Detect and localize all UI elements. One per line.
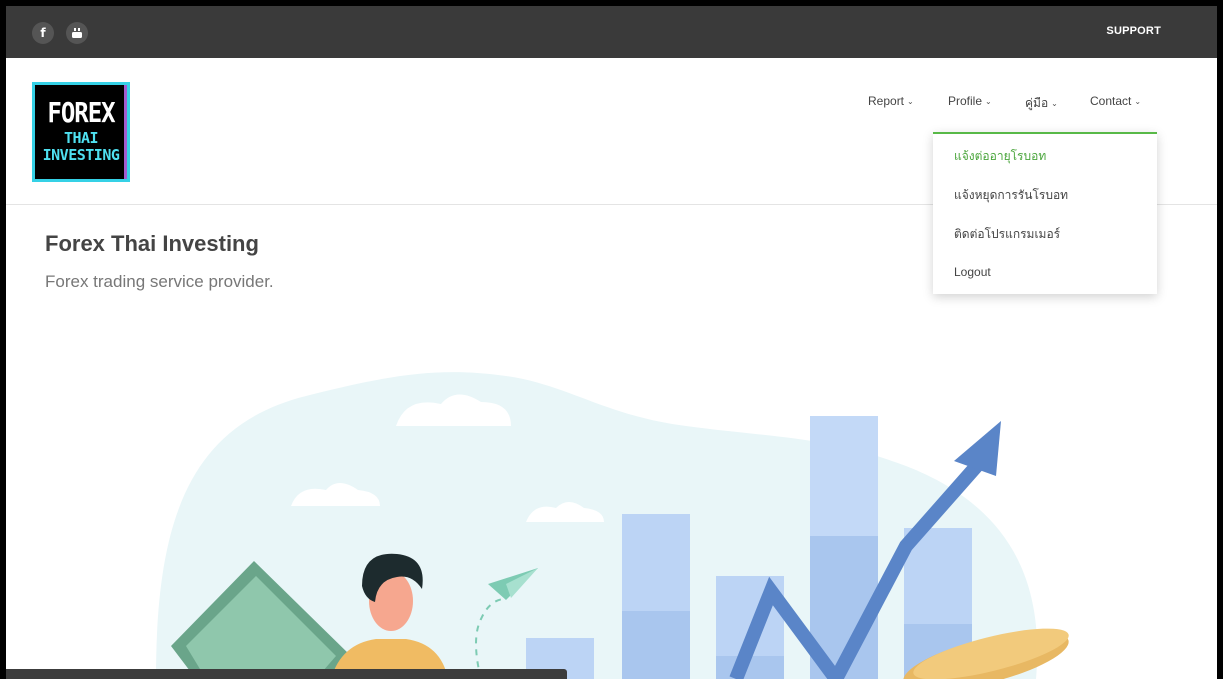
chevron-down-icon: ⌄ bbox=[1134, 96, 1142, 106]
person-hair bbox=[362, 553, 423, 602]
nav-report[interactable]: Report ⌄ bbox=[868, 94, 914, 108]
link-preview-statusbar bbox=[6, 669, 567, 679]
coin bbox=[913, 628, 1069, 679]
chevron-down-icon: ⌄ bbox=[985, 96, 992, 106]
facebook-icon[interactable]: f bbox=[32, 22, 54, 44]
youtube-icon[interactable] bbox=[66, 22, 88, 44]
chart-bar bbox=[810, 416, 878, 679]
nav-report-label: Report bbox=[868, 94, 905, 108]
logo-line-2: THAI bbox=[63, 129, 99, 147]
nav-profile[interactable]: Profile ⌄ bbox=[948, 94, 992, 108]
nav-contact-label: Contact bbox=[1090, 94, 1132, 108]
coin bbox=[903, 631, 1069, 679]
nav-manual-label: คู่มือ bbox=[1025, 96, 1049, 110]
background-blob bbox=[156, 372, 1038, 679]
chart-bar bbox=[810, 536, 878, 679]
nav-manual[interactable]: คู่มือ ⌄ bbox=[1025, 94, 1058, 113]
cloud bbox=[291, 483, 380, 506]
top-bar: f SUPPORT bbox=[6, 6, 1217, 58]
paper-plane bbox=[488, 568, 538, 600]
page-subtitle: Forex trading service provider. bbox=[45, 272, 274, 291]
chart-bar bbox=[622, 514, 690, 679]
nav-profile-label: Profile bbox=[948, 94, 983, 108]
trend-arrow-head bbox=[954, 421, 1001, 476]
chart-bar bbox=[716, 576, 784, 679]
page-title: Forex Thai Investing bbox=[45, 231, 259, 256]
chevron-down-icon: ⌄ bbox=[907, 96, 914, 106]
menu-item-renew-robot[interactable]: แจ้งต่ออายุโรบอท bbox=[954, 147, 1046, 166]
chart-bar bbox=[904, 624, 972, 679]
chevron-down-icon: ⌄ bbox=[1051, 99, 1058, 108]
profile-dropdown-menu: แจ้งต่ออายุโรบอท แจ้งหยุดการรันโรบอท ติด… bbox=[933, 132, 1157, 294]
browser-viewport: f SUPPORT FOREX THAI INVESTING Report ⌄ … bbox=[6, 6, 1217, 679]
youtube-glyph bbox=[72, 28, 82, 38]
nav-contact[interactable]: Contact ⌄ bbox=[1090, 94, 1141, 108]
plane-trail bbox=[475, 598, 504, 679]
chart-bar bbox=[716, 656, 784, 679]
chart-bar bbox=[622, 611, 690, 679]
menu-item-logout[interactable]: Logout bbox=[954, 265, 991, 279]
support-link[interactable]: SUPPORT bbox=[1106, 25, 1161, 37]
banknote bbox=[171, 561, 351, 679]
cloud bbox=[396, 394, 511, 426]
logo-line-3: INVESTING bbox=[42, 146, 120, 164]
person-face bbox=[369, 571, 413, 631]
main-nav: Report ⌄ Profile ⌄ คู่มือ ⌄ Contact ⌄ bbox=[6, 94, 1217, 114]
trend-arrow-line bbox=[729, 456, 987, 679]
banknote bbox=[186, 576, 336, 679]
menu-item-contact-programmer[interactable]: ติดต่อโปรแกรมเมอร์ bbox=[954, 225, 1060, 244]
cloud bbox=[526, 502, 604, 522]
chart-bar bbox=[904, 528, 972, 679]
menu-item-stop-robot[interactable]: แจ้งหยุดการรันโรบอท bbox=[954, 186, 1068, 205]
paper-plane bbox=[506, 568, 538, 598]
